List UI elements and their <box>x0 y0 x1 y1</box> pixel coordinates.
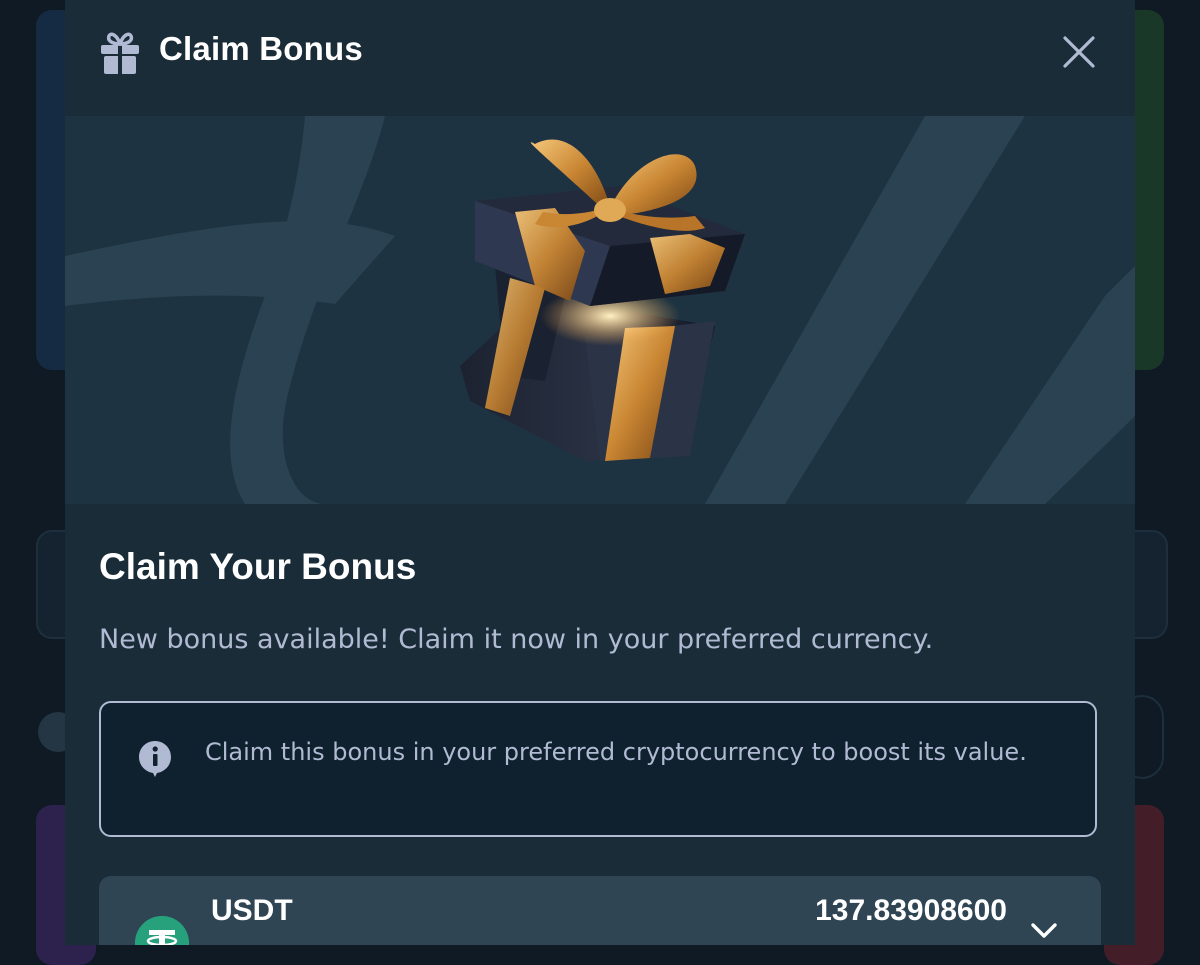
currency-name: USDT <box>211 894 293 927</box>
modal-title: Claim Bonus <box>159 30 363 67</box>
currency-select[interactable]: USDT 137.83908600 <box>99 876 1101 945</box>
section-description: New bonus available! Claim it now in you… <box>99 624 934 655</box>
info-icon <box>139 741 171 777</box>
bonus-banner <box>65 116 1135 504</box>
gift-icon <box>101 32 139 75</box>
modal-body: Claim Your Bonus New bonus available! Cl… <box>65 504 1135 945</box>
currency-amount: 137.83908600 <box>815 894 1007 927</box>
section-heading: Claim Your Bonus <box>99 546 417 587</box>
info-text: Claim this bonus in your preferred crypt… <box>205 738 1027 766</box>
chevron-down-icon[interactable] <box>1029 920 1059 942</box>
info-callout: Claim this bonus in your preferred crypt… <box>99 701 1097 837</box>
usdt-icon <box>135 916 189 945</box>
claim-bonus-modal: Claim Bonus Claim Your Bonus New bonus a… <box>65 0 1135 945</box>
modal-header: Claim Bonus <box>65 0 1135 116</box>
gift-box-illustration <box>65 116 1135 504</box>
close-icon[interactable] <box>1059 32 1099 72</box>
